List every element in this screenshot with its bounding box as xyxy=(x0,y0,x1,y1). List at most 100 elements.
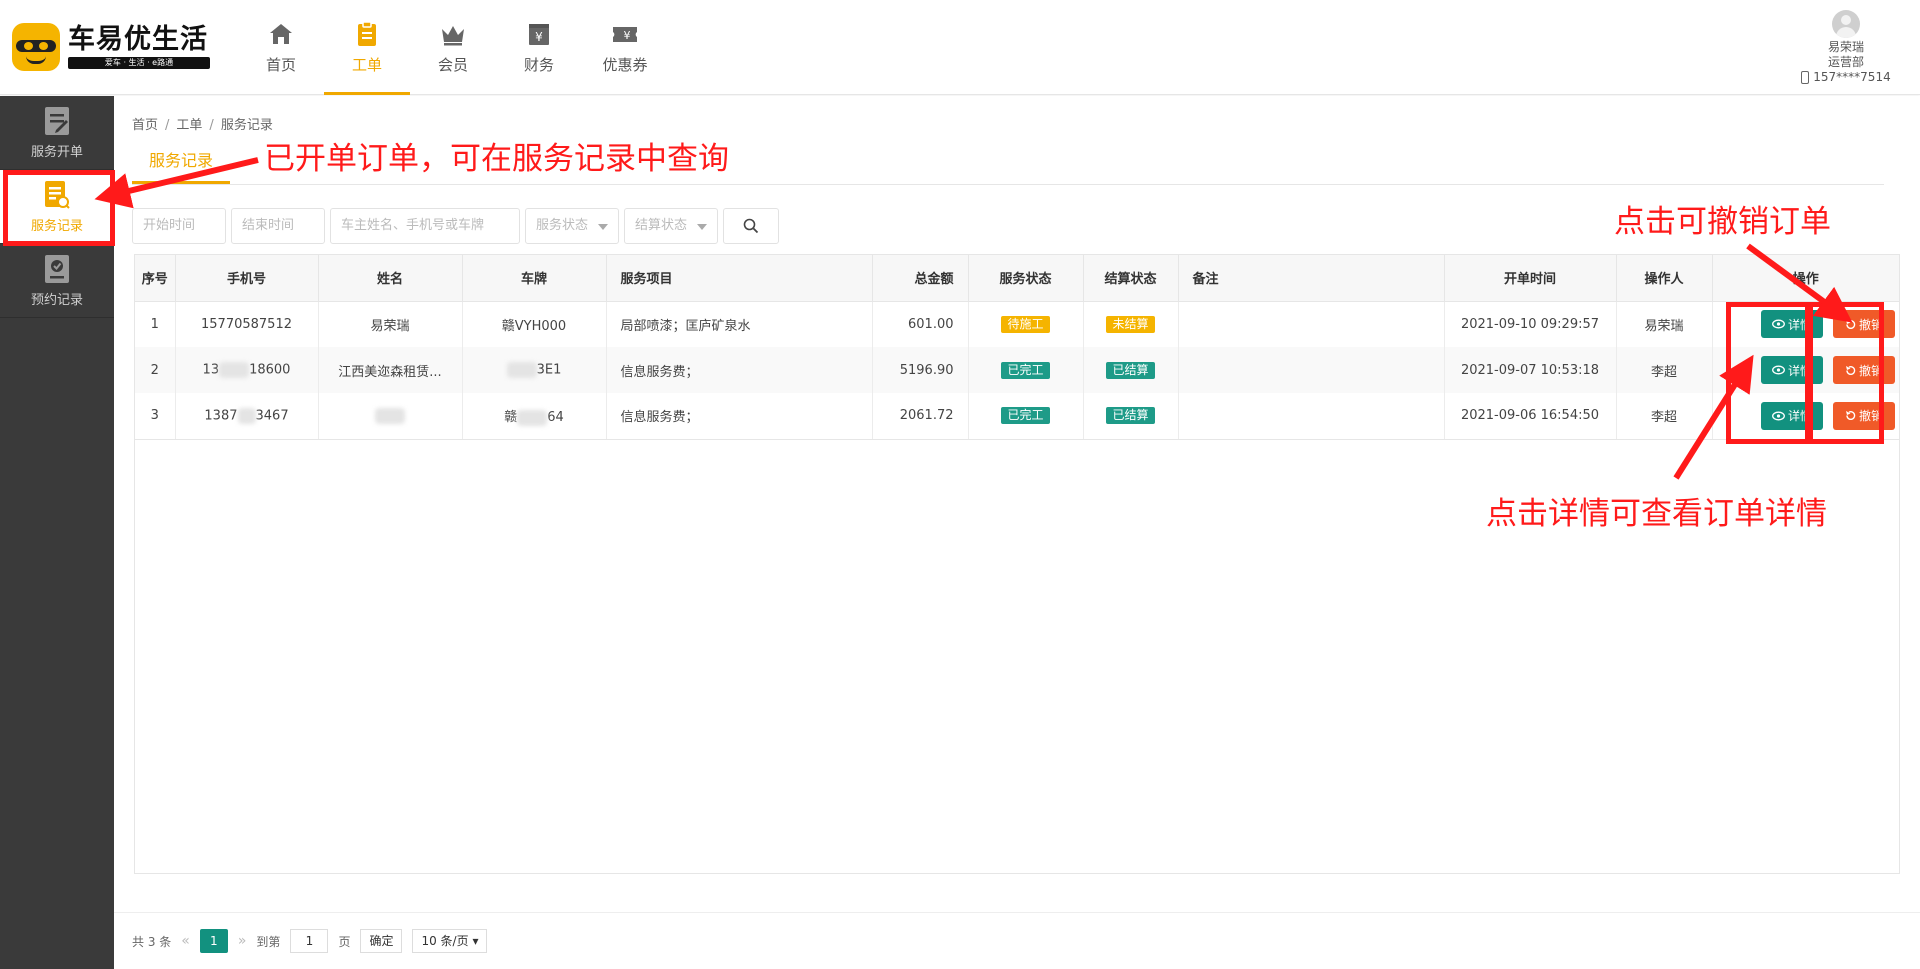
nav-label: 会员 xyxy=(437,56,468,74)
crown-icon xyxy=(442,26,464,46)
user-phone: 157****7514 xyxy=(1813,70,1891,84)
cell-settle-status: 已结算 xyxy=(1083,393,1179,440)
tab-service-record[interactable]: 服务记录 xyxy=(132,142,230,184)
cell-settle-status: 已结算 xyxy=(1083,347,1179,393)
search-icon xyxy=(743,218,759,234)
redacted-mask xyxy=(506,362,537,378)
cell-time: 2021-09-10 09:29:57 xyxy=(1444,301,1617,347)
breadcrumb: 首页 / 工单 / 服务记录 xyxy=(132,118,273,133)
user-dept: 运营部 xyxy=(1827,55,1864,69)
nav-coupon[interactable]: ¥ 优惠券 xyxy=(582,0,668,95)
goto-page-input[interactable]: 1 xyxy=(290,929,329,953)
table-row: 3 1387 3467 赣 64 信息服务费； 2061.72 已完工 已结算 20… xyxy=(135,393,1899,440)
cell-operator: 李超 xyxy=(1616,393,1713,440)
redacted-mask xyxy=(237,407,256,424)
service-record-table: 序号 手机号 姓名 车牌 服务项目 总金额 服务状态 结算状态 备注 开单时间 … xyxy=(134,254,1900,874)
sidebar-item-service-order[interactable]: 服务开单 xyxy=(0,96,114,170)
table-row: 2 13 18600 江西美迩森租赁... 3E1 信息服务费； 5196.90 … xyxy=(135,347,1899,393)
nav-home[interactable]: 首页 xyxy=(238,0,324,95)
col-header: 结算状态 xyxy=(1083,255,1179,302)
cell-no: 2 xyxy=(135,347,176,393)
avatar[interactable] xyxy=(1832,10,1860,38)
col-header: 备注 xyxy=(1178,255,1445,302)
start-date-input[interactable]: 开始时间 xyxy=(132,208,226,244)
annotation-cancel-note: 点击可撤销订单 xyxy=(1614,204,1831,240)
nav-label: 工单 xyxy=(351,56,382,74)
search-button[interactable] xyxy=(723,208,779,244)
cell-item: 局部喷漆；匡庐矿泉水 xyxy=(606,301,873,347)
col-header: 开单时间 xyxy=(1444,255,1617,302)
nav-member[interactable]: 会员 xyxy=(410,0,496,95)
cell-name: 江西美迩森租赁... xyxy=(318,347,463,393)
cell-service-status: 已完工 xyxy=(968,393,1084,440)
cell-operator: 李超 xyxy=(1616,347,1713,393)
redacted-mask xyxy=(517,409,548,426)
cell-phone: 13 18600 xyxy=(175,347,319,393)
nav-label: 优惠券 xyxy=(602,56,648,74)
cell-amount: 5196.90 xyxy=(872,347,969,393)
cell-item: 信息服务费； xyxy=(606,347,873,393)
page-size-select[interactable]: 10 条/页 ▾ xyxy=(412,929,488,953)
nav-label: 首页 xyxy=(265,56,296,74)
status-badge: 已完工 xyxy=(1001,361,1050,379)
brand-logo[interactable]: 车易优生活 爱车 · 生活 · e路通 xyxy=(12,22,212,72)
current-page[interactable]: 1 xyxy=(199,929,228,953)
finance-icon: ¥ xyxy=(529,24,549,45)
service-status-select[interactable]: 服务状态 xyxy=(525,208,619,244)
col-header: 序号 xyxy=(135,255,176,302)
nav-workorder[interactable]: 工单 xyxy=(324,0,410,95)
sidebar-item-label: 预约记录 xyxy=(30,293,83,308)
end-date-input[interactable]: 结束时间 xyxy=(231,208,325,244)
cell-item: 信息服务费； xyxy=(606,393,873,440)
keyword-search-input[interactable]: 车主姓名、手机号或车牌 xyxy=(330,208,520,244)
col-header: 姓名 xyxy=(318,255,463,302)
goto-confirm-button[interactable]: 确定 xyxy=(360,929,403,953)
cell-remark xyxy=(1178,393,1445,440)
cell-settle-status: 未结算 xyxy=(1083,301,1179,347)
sidebar-item-appointment[interactable]: 预约记录 xyxy=(0,244,114,318)
svg-text:¥: ¥ xyxy=(535,30,543,44)
nav-finance[interactable]: ¥ 财务 xyxy=(496,0,582,95)
cell-remark xyxy=(1178,301,1445,347)
page-unit: 页 xyxy=(338,934,351,949)
prev-page-icon[interactable]: « xyxy=(181,933,190,949)
cell-time: 2021-09-06 16:54:50 xyxy=(1444,393,1617,440)
annotation-box-detail-column xyxy=(1726,302,1810,444)
col-header: 服务项目 xyxy=(606,255,873,302)
cell-remark xyxy=(1178,347,1445,393)
cell-service-status: 待施工 xyxy=(968,301,1084,347)
breadcrumb-current: 服务记录 xyxy=(220,118,273,133)
redacted-mask xyxy=(219,362,250,378)
annotation-box-sidebar xyxy=(3,170,115,246)
status-badge: 未结算 xyxy=(1106,315,1155,333)
settle-status-select[interactable]: 结算状态 xyxy=(624,208,718,244)
col-header: 操作人 xyxy=(1616,255,1713,302)
home-icon xyxy=(270,24,292,44)
annotation-sidebar-note: 已开单订单，可在服务记录中查询 xyxy=(264,141,729,177)
col-header: 总金额 xyxy=(872,255,969,302)
edit-doc-icon xyxy=(45,107,69,135)
cell-amount: 2061.72 xyxy=(872,393,969,440)
coupon-icon: ¥ xyxy=(613,27,637,42)
total-count: 共 3 条 xyxy=(132,934,172,949)
breadcrumb-home[interactable]: 首页 xyxy=(132,118,158,133)
appointment-icon xyxy=(45,255,69,283)
status-badge: 已完工 xyxy=(1001,407,1050,425)
cell-plate: 3E1 xyxy=(462,347,607,393)
sidebar-item-label: 服务开单 xyxy=(30,145,83,160)
table-row: 1 15770587512 易荣瑞 赣VYH000 局部喷漆；匡庐矿泉水 601… xyxy=(135,301,1899,347)
top-nav: 首页 工单 会员 ¥ 财务 ¥ 优惠券 xyxy=(238,0,668,95)
brand-slogan: 爱车 · 生活 · e路通 xyxy=(68,57,210,69)
col-header: 服务状态 xyxy=(968,255,1084,302)
user-panel[interactable]: 易荣瑞 运营部 157****7514 xyxy=(1796,10,1896,85)
next-page-icon[interactable]: » xyxy=(238,933,247,949)
cell-service-status: 已完工 xyxy=(968,347,1084,393)
breadcrumb-workorder[interactable]: 工单 xyxy=(176,118,202,133)
col-header: 操作 xyxy=(1712,255,1899,302)
table-header-row: 序号 手机号 姓名 车牌 服务项目 总金额 服务状态 结算状态 备注 开单时间 … xyxy=(135,255,1899,302)
cell-plate: 赣 64 xyxy=(462,393,607,440)
cell-operator: 易荣瑞 xyxy=(1616,301,1713,347)
filter-bar: 开始时间 结束时间 车主姓名、手机号或车牌 服务状态 结算状态 xyxy=(132,208,779,244)
svg-text:¥: ¥ xyxy=(624,29,631,42)
logo-mascot-icon xyxy=(12,23,60,71)
